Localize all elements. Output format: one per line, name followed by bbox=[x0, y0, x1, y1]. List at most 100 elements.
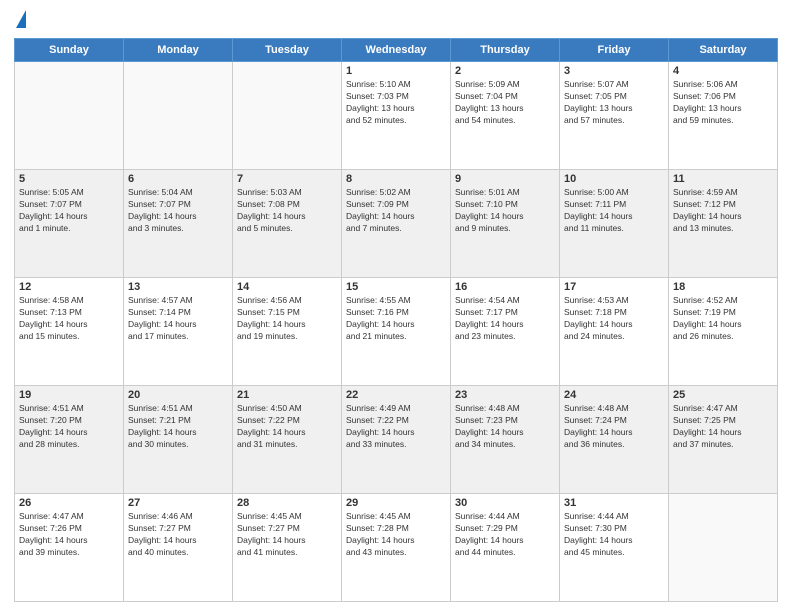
header bbox=[14, 10, 778, 30]
calendar-cell: 30 Sunrise: 4:44 AM Sunset: 7:29 PM Dayli… bbox=[451, 494, 560, 602]
day-info: Sunrise: 5:05 AM Sunset: 7:07 PM Dayligh… bbox=[19, 187, 119, 235]
day-info: Sunrise: 4:50 AM Sunset: 7:22 PM Dayligh… bbox=[237, 403, 337, 451]
day-number: 25 bbox=[673, 389, 773, 401]
day-number: 3 bbox=[564, 65, 664, 77]
day-info: Sunrise: 4:51 AM Sunset: 7:20 PM Dayligh… bbox=[19, 403, 119, 451]
calendar-cell: 1 Sunrise: 5:10 AM Sunset: 7:03 PM Daylig… bbox=[342, 62, 451, 170]
day-number: 22 bbox=[346, 389, 446, 401]
day-number: 11 bbox=[673, 173, 773, 185]
day-number: 8 bbox=[346, 173, 446, 185]
calendar-cell: 22 Sunrise: 4:49 AM Sunset: 7:22 PM Dayli… bbox=[342, 386, 451, 494]
day-number: 13 bbox=[128, 281, 228, 293]
day-info: Sunrise: 4:45 AM Sunset: 7:27 PM Dayligh… bbox=[237, 511, 337, 559]
day-info: Sunrise: 4:44 AM Sunset: 7:30 PM Dayligh… bbox=[564, 511, 664, 559]
day-of-week-header: Tuesday bbox=[233, 39, 342, 62]
day-number: 23 bbox=[455, 389, 555, 401]
day-info: Sunrise: 4:44 AM Sunset: 7:29 PM Dayligh… bbox=[455, 511, 555, 559]
day-number: 16 bbox=[455, 281, 555, 293]
calendar-week-row: 5 Sunrise: 5:05 AM Sunset: 7:07 PM Daylig… bbox=[15, 170, 778, 278]
day-number: 10 bbox=[564, 173, 664, 185]
calendar-cell: 5 Sunrise: 5:05 AM Sunset: 7:07 PM Daylig… bbox=[15, 170, 124, 278]
calendar-cell: 12 Sunrise: 4:58 AM Sunset: 7:13 PM Dayli… bbox=[15, 278, 124, 386]
day-number: 6 bbox=[128, 173, 228, 185]
day-number: 2 bbox=[455, 65, 555, 77]
calendar-cell: 28 Sunrise: 4:45 AM Sunset: 7:27 PM Dayli… bbox=[233, 494, 342, 602]
calendar-cell: 27Sunrise: 4:46 AM Sunset: 7:27 PM Dayli… bbox=[124, 494, 233, 602]
calendar-week-row: 12 Sunrise: 4:58 AM Sunset: 7:13 PM Dayli… bbox=[15, 278, 778, 386]
day-of-week-header: Saturday bbox=[669, 39, 778, 62]
day-info: Sunrise: 4:48 AM Sunset: 7:23 PM Dayligh… bbox=[455, 403, 555, 451]
day-info: Sunrise: 5:06 AM Sunset: 7:06 PM Dayligh… bbox=[673, 79, 773, 127]
day-info: Sunrise: 4:58 AM Sunset: 7:13 PM Dayligh… bbox=[19, 295, 119, 343]
day-info: Sunrise: 4:49 AM Sunset: 7:22 PM Dayligh… bbox=[346, 403, 446, 451]
calendar-cell bbox=[15, 62, 124, 170]
calendar-cell: 8 Sunrise: 5:02 AM Sunset: 7:09 PM Daylig… bbox=[342, 170, 451, 278]
calendar-cell: 23 Sunrise: 4:48 AM Sunset: 7:23 PM Dayli… bbox=[451, 386, 560, 494]
calendar-week-row: 1 Sunrise: 5:10 AM Sunset: 7:03 PM Daylig… bbox=[15, 62, 778, 170]
day-number: 20 bbox=[128, 389, 228, 401]
day-info: Sunrise: 4:59 AM Sunset: 7:12 PM Dayligh… bbox=[673, 187, 773, 235]
day-number: 26 bbox=[19, 497, 119, 509]
day-info: Sunrise: 4:47 AM Sunset: 7:26 PM Dayligh… bbox=[19, 511, 119, 559]
day-info: Sunrise: 4:51 AM Sunset: 7:21 PM Dayligh… bbox=[128, 403, 228, 451]
calendar-cell: 4 Sunrise: 5:06 AM Sunset: 7:06 PM Daylig… bbox=[669, 62, 778, 170]
day-of-week-header: Wednesday bbox=[342, 39, 451, 62]
day-number: 12 bbox=[19, 281, 119, 293]
day-info: Sunrise: 4:57 AM Sunset: 7:14 PM Dayligh… bbox=[128, 295, 228, 343]
calendar-cell: 14 Sunrise: 4:56 AM Sunset: 7:15 PM Dayli… bbox=[233, 278, 342, 386]
day-info: Sunrise: 4:52 AM Sunset: 7:19 PM Dayligh… bbox=[673, 295, 773, 343]
day-number: 31 bbox=[564, 497, 664, 509]
day-info: Sunrise: 4:55 AM Sunset: 7:16 PM Dayligh… bbox=[346, 295, 446, 343]
calendar-cell: 2 Sunrise: 5:09 AM Sunset: 7:04 PM Daylig… bbox=[451, 62, 560, 170]
day-info: Sunrise: 4:54 AM Sunset: 7:17 PM Dayligh… bbox=[455, 295, 555, 343]
day-number: 19 bbox=[19, 389, 119, 401]
calendar-cell: 7 Sunrise: 5:03 AM Sunset: 7:08 PM Daylig… bbox=[233, 170, 342, 278]
logo bbox=[14, 10, 26, 30]
day-number: 29 bbox=[346, 497, 446, 509]
day-info: Sunrise: 4:48 AM Sunset: 7:24 PM Dayligh… bbox=[564, 403, 664, 451]
day-number: 24 bbox=[564, 389, 664, 401]
day-number: 4 bbox=[673, 65, 773, 77]
calendar-cell bbox=[669, 494, 778, 602]
day-info: Sunrise: 5:07 AM Sunset: 7:05 PM Dayligh… bbox=[564, 79, 664, 127]
calendar-cell: 9Sunrise: 5:01 AM Sunset: 7:10 PM Daylig… bbox=[451, 170, 560, 278]
day-number: 21 bbox=[237, 389, 337, 401]
day-of-week-header: Sunday bbox=[15, 39, 124, 62]
calendar-cell: 3 Sunrise: 5:07 AM Sunset: 7:05 PM Daylig… bbox=[560, 62, 669, 170]
calendar-cell: 19 Sunrise: 4:51 AM Sunset: 7:20 PM Dayli… bbox=[15, 386, 124, 494]
calendar-cell: 15Sunrise: 4:55 AM Sunset: 7:16 PM Dayli… bbox=[342, 278, 451, 386]
calendar-cell: 6 Sunrise: 5:04 AM Sunset: 7:07 PM Daylig… bbox=[124, 170, 233, 278]
day-number: 7 bbox=[237, 173, 337, 185]
day-number: 27 bbox=[128, 497, 228, 509]
day-number: 17 bbox=[564, 281, 664, 293]
day-info: Sunrise: 5:02 AM Sunset: 7:09 PM Dayligh… bbox=[346, 187, 446, 235]
calendar-cell: 11 Sunrise: 4:59 AM Sunset: 7:12 PM Dayli… bbox=[669, 170, 778, 278]
day-number: 1 bbox=[346, 65, 446, 77]
calendar-cell: 21 Sunrise: 4:50 AM Sunset: 7:22 PM Dayli… bbox=[233, 386, 342, 494]
calendar-cell: 17 Sunrise: 4:53 AM Sunset: 7:18 PM Dayli… bbox=[560, 278, 669, 386]
day-info: Sunrise: 5:10 AM Sunset: 7:03 PM Dayligh… bbox=[346, 79, 446, 127]
day-number: 28 bbox=[237, 497, 337, 509]
calendar-cell: 29 Sunrise: 4:45 AM Sunset: 7:28 PM Dayli… bbox=[342, 494, 451, 602]
page: SundayMondayTuesdayWednesdayThursdayFrid… bbox=[0, 0, 792, 612]
day-info: Sunrise: 4:47 AM Sunset: 7:25 PM Dayligh… bbox=[673, 403, 773, 451]
calendar-cell bbox=[233, 62, 342, 170]
day-info: Sunrise: 4:56 AM Sunset: 7:15 PM Dayligh… bbox=[237, 295, 337, 343]
day-info: Sunrise: 4:53 AM Sunset: 7:18 PM Dayligh… bbox=[564, 295, 664, 343]
calendar-cell: 31 Sunrise: 4:44 AM Sunset: 7:30 PM Dayli… bbox=[560, 494, 669, 602]
calendar-cell: 13 Sunrise: 4:57 AM Sunset: 7:14 PM Dayli… bbox=[124, 278, 233, 386]
logo-triangle-icon bbox=[16, 10, 26, 28]
day-info: Sunrise: 5:03 AM Sunset: 7:08 PM Dayligh… bbox=[237, 187, 337, 235]
day-info: Sunrise: 5:09 AM Sunset: 7:04 PM Dayligh… bbox=[455, 79, 555, 127]
calendar-cell: 18Sunrise: 4:52 AM Sunset: 7:19 PM Dayli… bbox=[669, 278, 778, 386]
day-number: 14 bbox=[237, 281, 337, 293]
day-of-week-header: Monday bbox=[124, 39, 233, 62]
calendar-week-row: 26 Sunrise: 4:47 AM Sunset: 7:26 PM Dayli… bbox=[15, 494, 778, 602]
calendar-cell: 24 Sunrise: 4:48 AM Sunset: 7:24 PM Dayli… bbox=[560, 386, 669, 494]
day-of-week-header: Thursday bbox=[451, 39, 560, 62]
day-number: 5 bbox=[19, 173, 119, 185]
calendar-cell: 16 Sunrise: 4:54 AM Sunset: 7:17 PM Dayli… bbox=[451, 278, 560, 386]
day-info: Sunrise: 5:04 AM Sunset: 7:07 PM Dayligh… bbox=[128, 187, 228, 235]
day-number: 30 bbox=[455, 497, 555, 509]
day-info: Sunrise: 4:45 AM Sunset: 7:28 PM Dayligh… bbox=[346, 511, 446, 559]
